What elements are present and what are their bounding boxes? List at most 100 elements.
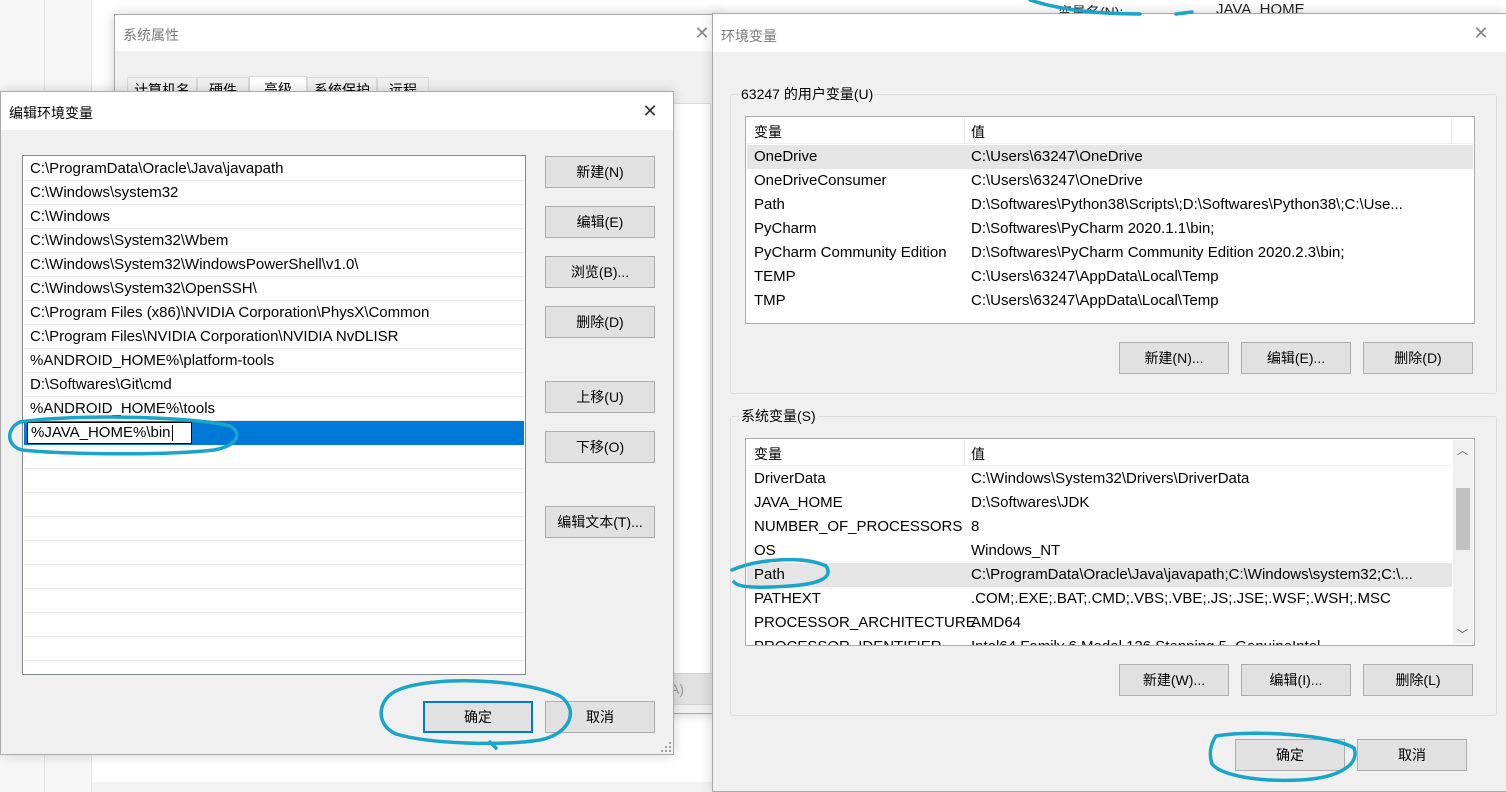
path-list-item[interactable]: C:\Program Files\NVIDIA Corporation\NVID…	[24, 325, 524, 349]
var-value: Windows_NT	[971, 542, 1061, 559]
env-variables-dialog: 环境变量 ✕ 63247 的用户变量(U) 变量 值 OneDrive C:\Us…	[712, 13, 1506, 792]
var-name: PyCharm Community Edition	[754, 244, 947, 261]
system-var-row[interactable]: PATHEXT .COM;.EXE;.BAT;.CMD;.VBS;.VBE;.JS…	[747, 587, 1452, 611]
system-new-button[interactable]: 新建(W)...	[1119, 664, 1229, 696]
user-var-row[interactable]: PyCharm Community Edition D:\Softwares\Py…	[747, 241, 1473, 265]
var-name: PATHEXT	[754, 590, 821, 607]
path-list-item[interactable]: C:\Windows\System32\OpenSSH\	[24, 277, 524, 301]
user-var-row[interactable]: Path D:\Softwares\Python38\Scripts\;D:\So…	[747, 193, 1473, 217]
var-value: C:\Users\63247\OneDrive	[971, 148, 1143, 165]
system-var-row[interactable]: OS Windows_NT	[747, 539, 1452, 563]
close-icon[interactable]: ✕	[1466, 19, 1496, 49]
env-dialog-titlebar: 环境变量 ✕	[713, 14, 1506, 52]
background-bottom-strip	[92, 782, 712, 792]
user-var-row[interactable]: TMP C:\Users\63247\AppData\Local\Temp	[747, 289, 1473, 313]
path-list-item[interactable]: C:\Windows\system32	[24, 181, 524, 205]
system-edit-button[interactable]: 编辑(I)...	[1241, 664, 1351, 696]
user-list-header: 变量 值	[747, 118, 1473, 144]
resize-grip-icon[interactable]	[661, 742, 671, 752]
system-properties-titlebar: 系统属性 ✕	[115, 15, 721, 51]
system-properties-title: 系统属性	[123, 27, 179, 43]
user-edit-button[interactable]: 编辑(E)...	[1241, 342, 1351, 374]
col-variable-header[interactable]: 变量	[754, 444, 782, 464]
edit-path-button[interactable]: 编辑(E)	[545, 206, 655, 238]
user-var-row[interactable]: TEMP C:\Users\63247\AppData\Local\Temp	[747, 265, 1473, 289]
path-list-empty-row[interactable]	[24, 613, 524, 637]
var-value: D:\Softwares\PyCharm Community Edition 2…	[971, 244, 1345, 261]
move-down-button[interactable]: 下移(O)	[545, 431, 655, 463]
move-up-button[interactable]: 上移(U)	[545, 381, 655, 413]
new-path-button[interactable]: 新建(N)	[545, 156, 655, 188]
var-name: TMP	[754, 292, 786, 309]
system-var-row[interactable]: PROCESSOR_ARCHITECTURE AMD64	[747, 611, 1452, 635]
user-variables-title: 63247 的用户变量(U)	[739, 84, 876, 104]
user-var-row[interactable]: OneDriveConsumer C:\Users\63247\OneDrive	[747, 169, 1473, 193]
var-value: D:\Softwares\Python38\Scripts\;D:\Softwa…	[971, 196, 1403, 213]
cancel-button[interactable]: 取消	[545, 701, 655, 733]
path-list-empty-row[interactable]	[24, 493, 524, 517]
text-caret	[171, 425, 173, 442]
path-list-item[interactable]: C:\Windows\System32\Wbem	[24, 229, 524, 253]
edit-text-button[interactable]: 编辑文本(T)...	[545, 506, 655, 538]
ok-button[interactable]: 确定	[423, 701, 533, 733]
user-delete-button[interactable]: 删除(D)	[1363, 342, 1473, 374]
var-value: D:\Softwares\PyCharm 2020.1.1\bin;	[971, 220, 1215, 237]
system-var-row[interactable]: PROCESSOR_IDENTIFIER Intel64 Family 6 Mod…	[747, 635, 1452, 645]
system-variables-list[interactable]: 变量 值 DriverData C:\Windows\System32\Drive…	[745, 438, 1475, 646]
path-list-item[interactable]: %ANDROID_HOME%\tools	[24, 397, 524, 421]
env-cancel-button[interactable]: 取消	[1357, 739, 1467, 771]
system-var-row[interactable]: JAVA_HOME D:\Softwares\JDK	[747, 491, 1452, 515]
path-list-empty-row[interactable]	[24, 469, 524, 493]
path-list-empty-row[interactable]	[24, 541, 524, 565]
path-list-item[interactable]: C:\ProgramData\Oracle\Java\javapath	[24, 157, 524, 181]
path-list-item[interactable]: C:\Windows\System32\WindowsPowerShell\v1…	[24, 253, 524, 277]
path-list-item[interactable]: D:\Softwares\Git\cmd	[24, 373, 524, 397]
scrollbar-thumb[interactable]	[1456, 488, 1470, 550]
browse-button[interactable]: 浏览(B)...	[545, 256, 655, 288]
close-icon[interactable]: ✕	[635, 97, 665, 127]
col-variable-header[interactable]: 变量	[754, 122, 782, 142]
path-list-empty-row[interactable]	[24, 637, 524, 661]
user-var-row[interactable]: OneDrive C:\Users\63247\OneDrive	[747, 145, 1473, 169]
var-name: JAVA_HOME	[754, 494, 843, 511]
var-name: PROCESSOR_ARCHITECTURE	[754, 614, 976, 631]
var-name: Path	[754, 566, 785, 583]
var-value: C:\Windows\System32\Drivers\DriverData	[971, 470, 1250, 487]
path-list-empty-row[interactable]	[24, 445, 524, 469]
path-list-empty-row[interactable]	[24, 589, 524, 613]
path-list-item[interactable]: C:\Windows	[24, 205, 524, 229]
var-name: PROCESSOR_IDENTIFIER	[754, 635, 942, 645]
user-new-button[interactable]: 新建(N)...	[1119, 342, 1229, 374]
var-value: .COM;.EXE;.BAT;.CMD;.VBS;.VBE;.JS;.JSE;.…	[971, 590, 1391, 607]
path-list-item-selected[interactable]: %JAVA_HOME%\bin	[24, 421, 524, 445]
system-list-scrollbar[interactable]: ︿ ﹀	[1453, 440, 1473, 644]
user-variables-list[interactable]: 变量 值 OneDrive C:\Users\63247\OneDrive One…	[745, 116, 1475, 324]
system-delete-button[interactable]: 删除(L)	[1363, 664, 1473, 696]
col-value-header[interactable]: 值	[971, 444, 985, 464]
var-value: C:\ProgramData\Oracle\Java\javapath;C:\W…	[971, 566, 1413, 583]
path-list[interactable]: C:\ProgramData\Oracle\Java\javapath C:\W…	[22, 155, 526, 675]
delete-path-button[interactable]: 删除(D)	[545, 306, 655, 338]
chevron-up-icon[interactable]: ︿	[1457, 442, 1468, 458]
var-name: OS	[754, 542, 776, 559]
path-list-empty-row[interactable]	[24, 517, 524, 541]
var-value: C:\Users\63247\AppData\Local\Temp	[971, 292, 1219, 309]
var-value: 8	[971, 518, 980, 535]
system-var-row[interactable]: DriverData C:\Windows\System32\Drivers\Dr…	[747, 467, 1452, 491]
var-value: AMD64	[971, 614, 1022, 631]
chevron-down-icon[interactable]: ﹀	[1457, 626, 1468, 642]
col-value-header[interactable]: 值	[971, 122, 985, 142]
path-edit-input[interactable]: %JAVA_HOME%\bin	[27, 422, 192, 444]
path-list-item[interactable]: %ANDROID_HOME%\platform-tools	[24, 349, 524, 373]
var-name: OneDrive	[754, 148, 818, 165]
system-var-row-selected[interactable]: Path C:\ProgramData\Oracle\Java\javapath;…	[747, 563, 1452, 587]
var-name: Path	[754, 196, 785, 213]
user-var-row[interactable]: PyCharm D:\Softwares\PyCharm 2020.1.1\bin…	[747, 217, 1473, 241]
edit-env-var-dialog: 编辑环境变量 ✕ C:\ProgramData\Oracle\Java\java…	[0, 91, 674, 755]
path-list-item[interactable]: C:\Program Files (x86)\NVIDIA Corporatio…	[24, 301, 524, 325]
path-list-empty-row[interactable]	[24, 565, 524, 589]
env-ok-button[interactable]: 确定	[1235, 739, 1345, 771]
var-value: C:\Users\63247\AppData\Local\Temp	[971, 268, 1219, 285]
var-name: DriverData	[754, 470, 826, 487]
system-var-row[interactable]: NUMBER_OF_PROCESSORS 8	[747, 515, 1452, 539]
